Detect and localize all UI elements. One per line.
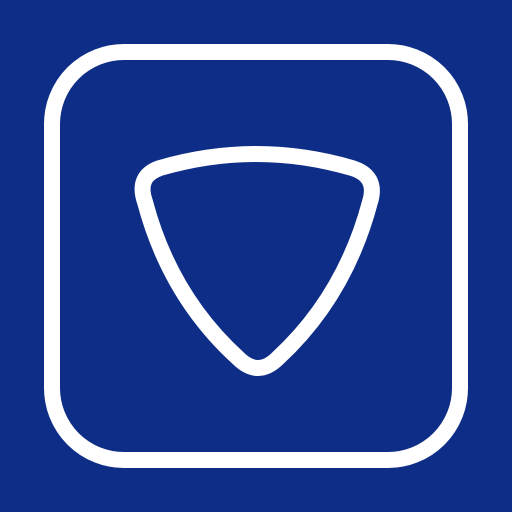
rounded-square-frame [44,44,468,468]
shield-icon [134,146,380,376]
app-icon-graphic [44,44,468,468]
app-icon [0,0,512,512]
